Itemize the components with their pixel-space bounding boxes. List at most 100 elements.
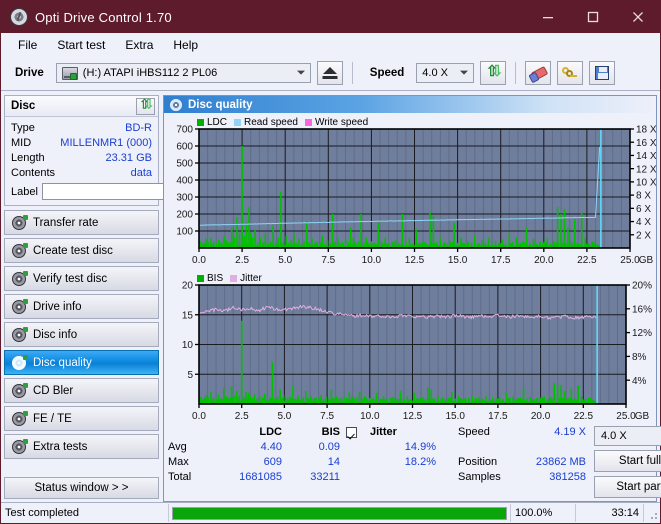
drive-select[interactable]: (H:) ATAPI iHBS112 2 PL06 <box>55 63 311 83</box>
menu-help[interactable]: Help <box>164 35 207 55</box>
disc-panel-title: Disc <box>11 100 36 112</box>
speed-readout-label: Speed <box>458 426 490 438</box>
disc-icon <box>12 382 28 398</box>
status-window-button[interactable]: Status window > > <box>4 477 159 499</box>
progress-percent: 100.0% <box>510 504 576 522</box>
legend-label-read-speed: Read speed <box>244 117 298 128</box>
sidebar-item-label: Drive info <box>33 300 82 313</box>
maximize-icon[interactable] <box>570 1 615 33</box>
speed-select-value: 4.0 X <box>422 67 448 79</box>
sidebar-item-extra-tests[interactable]: Extra tests <box>4 434 159 459</box>
legend-label-ldc: LDC <box>207 117 228 128</box>
svg-text:22.5: 22.5 <box>577 255 597 266</box>
save-button[interactable] <box>589 61 616 85</box>
disc-type-label: Type <box>11 121 35 134</box>
menu-file[interactable]: File <box>9 35 46 55</box>
disc-refresh-button[interactable]: ⇧ ⇩ <box>136 97 155 115</box>
chevron-down-icon <box>460 70 469 75</box>
close-icon[interactable] <box>615 1 660 33</box>
content-area: Disc ⇧ ⇩ Type BD-R MID MILLENMR1 (000) L… <box>1 91 661 502</box>
legend-label-bis: BIS <box>207 273 224 284</box>
refresh-button[interactable]: ⇧ ⇩ <box>480 61 507 85</box>
jitter-checkbox-cell[interactable] <box>340 425 366 440</box>
stats-corner <box>168 425 220 440</box>
sidebar-item-cd-bler[interactable]: CD Bler <box>4 378 159 403</box>
jitter-checkbox[interactable] <box>346 427 357 438</box>
speed-label: Speed <box>369 67 405 79</box>
title-bar: Opti Drive Control 1.70 <box>1 1 660 33</box>
drive-select-value: (H:) ATAPI iHBS112 2 PL06 <box>82 67 218 79</box>
stats-avg-ldc: 4.40 <box>260 441 282 453</box>
disc-length-label: Length <box>11 151 45 164</box>
legend-label-write-speed: Write speed <box>314 117 369 128</box>
disc-label-caption: Label <box>11 185 38 198</box>
stats-max-ldc: 609 <box>263 456 282 468</box>
svg-text:12 X: 12 X <box>636 164 657 175</box>
progress-track <box>172 506 507 520</box>
status-window-label: Status window > > <box>34 482 129 494</box>
bis-jitter-chart-svg[interactable]: 5 10 15 20 4% 8% 12% 16% 20% 0.0 2.5 5.0 7.5 10.0 12.5… <box>166 271 660 426</box>
keys-button[interactable] <box>557 61 584 85</box>
ldc-chart-legend: LDC Read speed Write speed <box>197 117 372 128</box>
sidebar-item-label: Disc info <box>33 328 78 341</box>
svg-text:7.5: 7.5 <box>321 255 335 266</box>
svg-text:100: 100 <box>176 227 193 238</box>
test-speed-select[interactable]: 4.0 X <box>594 426 661 446</box>
svg-text:600: 600 <box>176 142 193 153</box>
erase-button[interactable] <box>525 61 552 85</box>
svg-text:17.5: 17.5 <box>491 255 511 266</box>
test-controls: Speed 4.19 X Position 23862 MB Samples 3… <box>446 425 661 498</box>
refresh-arrows-icon: ⇧ ⇩ <box>485 62 504 80</box>
toolbar-separator-2 <box>515 62 517 84</box>
svg-text:16 X: 16 X <box>636 138 657 149</box>
keys-icon <box>562 66 578 80</box>
svg-text:4%: 4% <box>632 376 647 387</box>
stats-row-label-total: Total <box>168 471 192 483</box>
sidebar-item-verify-test-disc[interactable]: Verify test disc <box>4 266 159 291</box>
sidebar-item-fe-te[interactable]: FE / TE <box>4 406 159 431</box>
stats-max-jitter: 18.2% <box>404 456 436 468</box>
start-full-button[interactable]: Start full <box>594 450 661 472</box>
svg-text:10.0: 10.0 <box>360 411 380 422</box>
disc-mid-label: MID <box>11 136 32 149</box>
legend-swatch-jitter <box>230 275 238 282</box>
svg-text:GB: GB <box>639 255 654 266</box>
svg-text:12.5: 12.5 <box>403 411 423 422</box>
sidebar-item-drive-info[interactable]: Drive info <box>4 294 159 319</box>
toolbar: Drive (H:) ATAPI iHBS112 2 PL06 Speed 4.… <box>1 56 660 91</box>
stats-header-jitter: Jitter <box>370 426 397 438</box>
samples-readout-label: Samples <box>458 471 501 483</box>
start-part-button[interactable]: Start part <box>594 476 661 498</box>
ldc-chart: LDC Read speed Write speed 100 200 300 400 5… <box>166 115 657 270</box>
svg-text:12%: 12% <box>632 328 652 339</box>
eraser-icon <box>528 65 549 83</box>
menu-start-test[interactable]: Start test <box>48 35 114 55</box>
resize-grip[interactable] <box>644 504 660 522</box>
menu-extra[interactable]: Extra <box>116 35 162 55</box>
legend-swatch-read-speed <box>234 119 242 126</box>
svg-text:15.0: 15.0 <box>445 411 465 422</box>
disc-icon <box>10 8 28 26</box>
sidebar-item-disc-info[interactable]: Disc info <box>4 322 159 347</box>
stats-total-ldc: 1681085 <box>239 471 282 483</box>
ldc-chart-svg[interactable]: 100 200 300 400 500 600 700 2 X 4 X 6 X 8 X 10 X 12 … <box>166 115 660 270</box>
disc-contents-value: data <box>130 166 152 179</box>
speed-select[interactable]: 4.0 X <box>416 63 475 83</box>
minimize-icon[interactable] <box>525 1 570 33</box>
svg-text:20.0: 20.0 <box>534 255 554 266</box>
svg-text:22.5: 22.5 <box>574 411 594 422</box>
readout-gap-b <box>514 440 586 455</box>
sidebar-item-transfer-rate[interactable]: Transfer rate <box>4 210 159 235</box>
sidebar-item-disc-quality[interactable]: Disc quality <box>4 350 159 375</box>
stats-row-label-max: Max <box>168 456 189 468</box>
disc-mid-value: MILLENMR1 (000) <box>60 136 152 149</box>
svg-text:700: 700 <box>176 125 193 136</box>
svg-text:5.0: 5.0 <box>278 255 292 266</box>
svg-text:8%: 8% <box>632 352 647 363</box>
main-panel-title: Disc quality <box>188 98 253 111</box>
eject-button[interactable] <box>316 61 343 85</box>
progress-fill <box>173 507 506 519</box>
svg-text:20%: 20% <box>632 281 652 292</box>
sidebar-item-create-test-disc[interactable]: Create test disc <box>4 238 159 263</box>
